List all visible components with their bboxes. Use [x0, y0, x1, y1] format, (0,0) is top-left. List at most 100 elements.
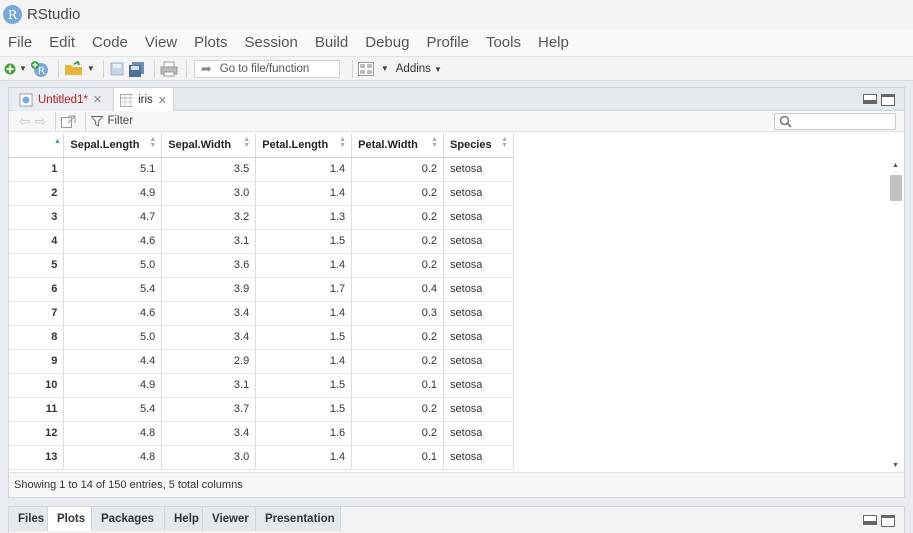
maximize-pane-icon[interactable]: [881, 94, 895, 106]
toolbar-divider: [153, 59, 155, 78]
table-cell: 0.3: [351, 301, 445, 326]
row-number-header[interactable]: ▲: [9, 133, 65, 158]
row-number-cell: 6: [9, 277, 65, 302]
menu-debug[interactable]: Debug: [365, 34, 409, 51]
go-to-file-input[interactable]: ➦ Go to file/function: [193, 59, 340, 78]
entries-status-text: Showing 1 to 14 of 150 entries, 5 total …: [14, 479, 243, 491]
table-cell: 3.2: [161, 205, 257, 230]
table-row: 8 5.0 3.4 1.5 0.2 setosa: [9, 325, 514, 350]
table-cell: setosa: [443, 325, 514, 350]
table-cell: 5.4: [63, 277, 163, 302]
vertical-scrollbar[interactable]: ▲ ▼: [888, 160, 904, 471]
open-file-icon[interactable]: ▼: [64, 59, 95, 79]
app-title: RStudio: [27, 6, 81, 23]
filter-button[interactable]: Filter: [91, 115, 133, 127]
table-cell: 0.2: [351, 229, 445, 254]
table-cell: 3.5: [161, 157, 257, 182]
minimize-pane-icon[interactable]: [863, 515, 877, 525]
menu-code[interactable]: Code: [92, 34, 128, 51]
table-cell: 1.4: [255, 301, 353, 326]
toolbar-divider: [57, 59, 59, 78]
row-number-cell: 2: [9, 181, 65, 206]
pane-layout-icon[interactable]: ▼: [357, 59, 389, 79]
scroll-down-icon[interactable]: ▼: [892, 462, 899, 469]
tab-plots[interactable]: Plots: [48, 507, 92, 531]
minimize-pane-icon[interactable]: [863, 94, 877, 104]
table-cell: 0.2: [351, 349, 445, 374]
maximize-pane-icon[interactable]: [881, 515, 895, 527]
addins-label: Addins: [395, 62, 431, 75]
addins-menu-button[interactable]: Addins ▼: [396, 63, 442, 75]
table-cell: 4.9: [63, 181, 163, 206]
save-icon[interactable]: [109, 59, 125, 79]
sort-icon[interactable]: ▲ ▼: [339, 136, 346, 149]
menu-bar: File Edit Code View Plots Session Build Debug Pr…: [0, 29, 913, 56]
column-header-species[interactable]: Species ▲ ▼: [443, 133, 514, 158]
column-header-sepal-width[interactable]: Sepal.Width ▲ ▼: [161, 133, 257, 158]
menu-view[interactable]: View: [145, 34, 177, 51]
column-header-label: Petal.Width: [358, 138, 418, 151]
chevron-down-icon[interactable]: ▼: [19, 64, 27, 73]
row-number-cell: 10: [9, 373, 65, 398]
print-icon[interactable]: [160, 59, 178, 79]
table-cell: 4.4: [63, 349, 163, 374]
column-header-petal-width[interactable]: Petal.Width ▲ ▼: [351, 133, 445, 158]
table-cell: 1.5: [255, 229, 353, 254]
title-bar: R RStudio: [0, 0, 913, 29]
column-header-petal-length[interactable]: Petal.Length ▲ ▼: [255, 133, 353, 158]
toolbar-divider: [102, 59, 104, 78]
menu-session[interactable]: Session: [245, 34, 298, 51]
menu-tools[interactable]: Tools: [486, 34, 521, 51]
tab-presentation[interactable]: Presentation: [256, 507, 341, 531]
menu-edit[interactable]: Edit: [49, 34, 75, 51]
tab-iris[interactable]: iris ✕: [113, 88, 174, 112]
tab-viewer[interactable]: Viewer: [203, 507, 256, 531]
forward-arrow-icon[interactable]: ⇨: [35, 113, 47, 130]
chevron-down-icon[interactable]: ▼: [381, 64, 389, 73]
tab-packages[interactable]: Packages: [92, 507, 165, 531]
table-cell: 3.4: [161, 421, 257, 446]
table-cell: 3.0: [161, 181, 257, 206]
menu-build[interactable]: Build: [315, 34, 348, 51]
menu-help[interactable]: Help: [538, 34, 569, 51]
sort-icon[interactable]: ▲ ▼: [501, 136, 508, 149]
table-cell: 4.8: [63, 445, 163, 470]
table-cell: 0.2: [351, 205, 445, 230]
menu-file[interactable]: File: [8, 34, 32, 51]
column-header-label: Sepal.Width: [168, 138, 232, 151]
tab-files[interactable]: Files: [9, 507, 48, 531]
column-header-label: Petal.Length: [262, 138, 329, 151]
tab-untitled1[interactable]: Untitled1* ✕: [13, 88, 112, 111]
sort-icon[interactable]: ▲ ▼: [243, 136, 250, 149]
new-project-icon[interactable]: R: [30, 59, 50, 79]
table-cell: 0.2: [351, 157, 445, 182]
tab-label: Untitled1*: [38, 93, 88, 106]
menu-profile[interactable]: Profile: [426, 34, 469, 51]
table-cell: 3.0: [161, 445, 257, 470]
sort-icon[interactable]: ▲ ▼: [149, 136, 156, 149]
pane-controls: [863, 94, 895, 106]
sort-icon[interactable]: ▲ ▼: [431, 136, 438, 149]
data-viewer-toolbar: ⇦ ⇨ Filter: [9, 111, 904, 132]
row-number-cell: 8: [9, 325, 65, 350]
scrollbar-thumb[interactable]: [890, 175, 902, 201]
close-icon[interactable]: ✕: [93, 93, 102, 106]
source-tab-bar: Untitled1* ✕ iris ✕: [9, 88, 904, 112]
search-input[interactable]: [774, 113, 896, 130]
chevron-down-icon[interactable]: ▼: [87, 64, 95, 73]
popout-window-icon[interactable]: [61, 115, 76, 128]
back-arrow-icon[interactable]: ⇦: [19, 113, 31, 130]
row-number-cell: 5: [9, 253, 65, 278]
close-icon[interactable]: ✕: [158, 94, 167, 107]
column-header-sepal-length[interactable]: Sepal.Length ▲ ▼: [63, 133, 163, 158]
scroll-up-icon[interactable]: ▲: [892, 162, 899, 169]
new-file-icon[interactable]: ▼: [4, 59, 27, 79]
sort-icon[interactable]: ▲: [54, 138, 61, 145]
table-cell: 1.4: [255, 349, 353, 374]
table-cell: 3.7: [161, 397, 257, 422]
tab-help[interactable]: Help: [165, 507, 203, 531]
table-cell: 5.1: [63, 157, 163, 182]
menu-plots[interactable]: Plots: [194, 34, 227, 51]
save-all-icon[interactable]: [128, 59, 146, 79]
table-cell: 1.5: [255, 373, 353, 398]
